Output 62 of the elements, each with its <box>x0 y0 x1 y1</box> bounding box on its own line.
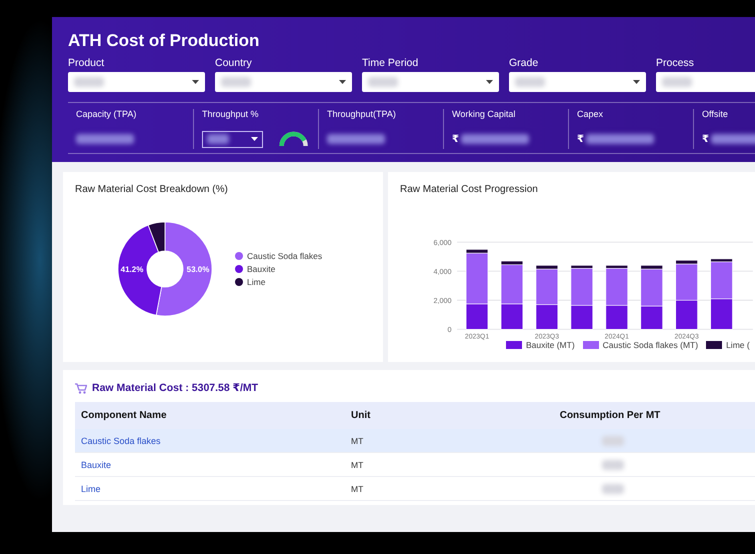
column-header: Unit <box>345 402 445 429</box>
table-cell: MT <box>351 460 364 470</box>
cart-icon <box>75 382 87 394</box>
legend-label: Bauxite <box>247 264 276 274</box>
metric-label: Throughput % <box>202 109 260 119</box>
component-link[interactable]: Lime <box>81 484 101 494</box>
bar <box>675 300 698 330</box>
blurred-value <box>602 436 624 446</box>
blurred-value <box>460 134 529 144</box>
filter-label: Product <box>68 57 106 69</box>
blurred-value <box>515 77 545 87</box>
column-header: Component Name <box>75 402 345 429</box>
axis-label: 4,000 <box>433 266 452 276</box>
metric-label: Offsite <box>702 109 729 119</box>
blurred-value <box>602 484 624 494</box>
filter-label: Grade <box>509 57 540 69</box>
legend-label: Caustic Soda flakes (MT) <box>602 340 698 350</box>
metric-label: Capex <box>577 109 604 119</box>
bar <box>710 298 733 330</box>
data-label: 53.0% <box>186 265 210 274</box>
currency-symbol: ₹ <box>702 134 709 144</box>
card-title: Raw Material Cost Progression <box>400 184 539 195</box>
blurred-value <box>368 77 398 87</box>
axis-label: 6,000 <box>433 238 452 247</box>
caret-icon <box>250 137 258 141</box>
blurred-value <box>221 77 251 87</box>
caret-icon <box>192 80 199 84</box>
data-label: 41.2% <box>120 265 144 274</box>
blurred-value <box>602 460 624 470</box>
legend-label: Caustic Soda flakes <box>247 251 322 261</box>
card-title: Raw Material Cost Breakdown (%) <box>75 184 229 195</box>
legend-label: Bauxite (MT) <box>526 340 575 350</box>
table-heading: Raw Material Cost : 5307.58 ₹/MT <box>92 382 258 394</box>
blurred-value <box>74 77 104 87</box>
dropdown[interactable] <box>202 130 263 148</box>
component-link[interactable]: Bauxite <box>81 460 112 470</box>
component-link[interactable]: Caustic Soda flakes <box>81 436 161 446</box>
legend-label: Lime <box>247 277 266 287</box>
blurred-value <box>207 134 229 144</box>
table-cell: MT <box>351 436 364 446</box>
axis-label: 2,000 <box>433 296 452 305</box>
filter-label: Country <box>215 57 253 69</box>
metric-label: Throughput(TPA) <box>327 109 397 119</box>
blurred-value <box>662 77 692 87</box>
page-title: ATH Cost of Production <box>68 31 260 51</box>
column-header: Consumption Per MT <box>445 402 755 429</box>
caret-icon <box>486 80 493 84</box>
metric-label: Working Capital <box>452 109 516 119</box>
filter-label: Process <box>656 57 695 69</box>
currency-symbol: ₹ <box>577 134 584 144</box>
filter-label: Time Period <box>362 57 420 69</box>
caret-icon <box>633 80 640 84</box>
table-cell: MT <box>351 484 364 494</box>
caret-icon <box>339 80 346 84</box>
metric-label: Capacity (TPA) <box>76 109 138 119</box>
blurred-value <box>327 134 385 144</box>
bar <box>536 304 558 330</box>
blurred-value <box>586 134 654 144</box>
currency-symbol: ₹ <box>452 134 459 144</box>
legend-label: Lime ( <box>726 340 750 350</box>
axis-label: 0 <box>448 325 452 334</box>
blurred-value <box>76 134 134 144</box>
